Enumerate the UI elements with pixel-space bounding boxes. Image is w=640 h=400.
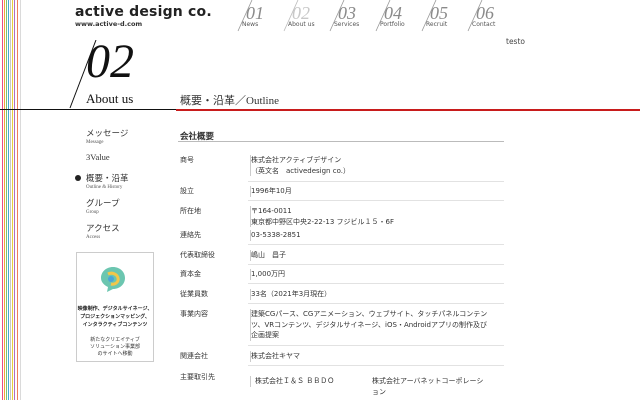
heading-divider bbox=[178, 141, 504, 142]
sidebar-item-label: メッセージ bbox=[86, 128, 129, 138]
row-divider bbox=[248, 365, 504, 366]
sidebar-item-message[interactable]: メッセージ Message bbox=[86, 127, 176, 145]
nav-label: Contact bbox=[472, 21, 496, 28]
row-value: 株式会社キヤマ bbox=[250, 351, 511, 362]
user-name: testo bbox=[506, 37, 525, 46]
row-key: 代表取締役 bbox=[180, 251, 215, 259]
nav-item-about[interactable]: 02 About us bbox=[282, 0, 330, 32]
row-key: 従業員数 bbox=[180, 290, 208, 298]
nav-label: Portfolio bbox=[380, 21, 405, 28]
nav-item-news[interactable]: 01 News bbox=[236, 0, 284, 32]
solutions-banner[interactable]: 映像制作、デジタルサイネージ、 プロジェクションマッピング、 インタラクティブコ… bbox=[76, 252, 154, 362]
row-key: 主要取引先 bbox=[180, 373, 215, 381]
page-title: 概要・沿革／Outline bbox=[180, 95, 279, 107]
row-key: 関連会社 bbox=[180, 352, 208, 360]
nav-item-recruit[interactable]: 05 Recruit bbox=[420, 0, 468, 32]
row-value: 株式会社アクティブデザイン （英文名 activedesign co.） bbox=[250, 155, 511, 176]
row-divider bbox=[248, 283, 504, 284]
main-nav: 01 News 02 About us 03 Services 04 Portf… bbox=[236, 0, 506, 32]
row-divider bbox=[248, 303, 504, 304]
sidebar-item-sublabel: Message bbox=[86, 140, 104, 145]
row-key: 設立 bbox=[180, 187, 194, 195]
row-key: 商号 bbox=[180, 156, 194, 164]
nav-label: About us bbox=[288, 21, 315, 28]
row-value: 嶋山 昌子 bbox=[250, 250, 511, 261]
row-key: 資本金 bbox=[180, 270, 201, 278]
nav-label: News bbox=[242, 21, 259, 28]
speech-bubble-logo-icon bbox=[101, 267, 125, 292]
row-value: 建築CGパース、CGアニメーション、ウェブサイト、タッチパネルコンテン ツ、VR… bbox=[250, 309, 511, 341]
sidebar-item-sublabel: Access bbox=[86, 235, 101, 240]
row-value: 〒164-0011 東京都中野区中央2-22-13 フジビル１５・6F bbox=[250, 206, 511, 227]
row-key: 事業内容 bbox=[180, 310, 208, 318]
sidebar-item-label: アクセス bbox=[86, 223, 120, 233]
sidebar-item-3value[interactable]: 3Value bbox=[86, 152, 176, 162]
row-value-secondary: 株式会社アーバネットコーポレーシ ョン bbox=[372, 377, 484, 396]
row-value: 1996年10月 bbox=[250, 186, 511, 197]
row-divider bbox=[248, 345, 504, 346]
header-divider bbox=[0, 109, 176, 110]
nav-label: Services bbox=[334, 21, 360, 28]
row-value: 株式会社Ｉ＆Ｓ ＢＢＤＯ bbox=[250, 376, 365, 387]
row-value: 03-5338-2851 bbox=[250, 230, 511, 241]
logo-url: www.active-d.com bbox=[75, 20, 143, 28]
logo-title: active design co. bbox=[75, 4, 212, 20]
banner-caption: 新たなクリエイティブ ソリューション事業部 のサイトへ移動 bbox=[90, 337, 140, 357]
header-accent-line bbox=[176, 109, 640, 111]
nav-item-contact[interactable]: 06 Contact bbox=[466, 0, 514, 32]
sidebar-item-outline[interactable]: 概要・沿革 Outline & History bbox=[75, 172, 176, 190]
decorative-color-lines bbox=[0, 0, 24, 400]
current-indicator-icon bbox=[75, 175, 81, 181]
sidebar-item-label: グループ bbox=[86, 198, 120, 208]
row-divider bbox=[248, 244, 504, 245]
sidebar-item-group[interactable]: グループ Group bbox=[86, 197, 176, 215]
row-divider bbox=[248, 200, 504, 201]
sidebar-item-sublabel: Group bbox=[86, 210, 99, 215]
sidebar-item-label: 3Value bbox=[86, 152, 110, 162]
sidebar-item-sublabel: Outline & History bbox=[86, 185, 123, 190]
row-value: 33名（2021年3月現在） bbox=[250, 289, 511, 300]
row-divider bbox=[248, 264, 504, 265]
row-value: 1,000万円 bbox=[250, 269, 511, 280]
sidebar-item-access[interactable]: アクセス Access bbox=[86, 222, 176, 240]
row-divider bbox=[248, 181, 504, 182]
sidebar-item-label: 概要・沿革 bbox=[86, 173, 129, 183]
section-name: About us bbox=[86, 91, 134, 106]
sidebar: メッセージ Message 3Value 概要・沿革 Outline & His… bbox=[75, 127, 176, 247]
nav-item-portfolio[interactable]: 04 Portfolio bbox=[374, 0, 422, 32]
banner-headline: 映像制作、デジタルサイネージ、 プロジェクションマッピング、 インタラクティブコ… bbox=[77, 306, 153, 328]
section-number: 02 bbox=[86, 35, 134, 88]
row-key: 所在地 bbox=[180, 207, 201, 215]
nav-label: Recruit bbox=[426, 21, 448, 28]
site-logo[interactable]: active design co. www.active-d.com bbox=[75, 4, 212, 28]
nav-item-services[interactable]: 03 Services bbox=[328, 0, 376, 32]
row-key: 連絡先 bbox=[180, 231, 201, 239]
